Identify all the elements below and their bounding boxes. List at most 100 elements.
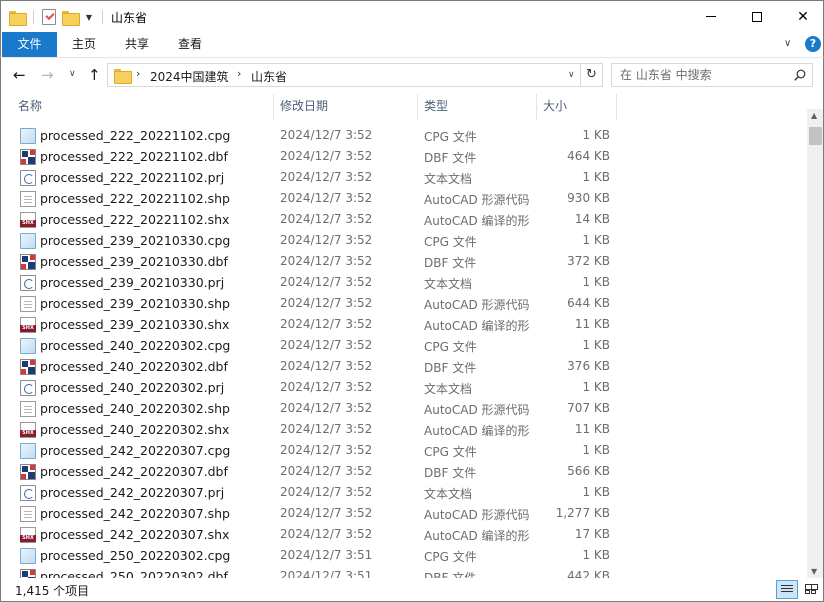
file-type: AutoCAD 形源代码: [424, 508, 530, 522]
file-row[interactable]: processed_250_20220302.cpg 2024/12/7 3:51…: [1, 546, 807, 567]
qat-customize-dropdown[interactable]: ▼: [84, 13, 94, 22]
search-input[interactable]: [620, 67, 790, 83]
new-folder-icon[interactable]: [62, 10, 80, 26]
column-divider[interactable]: [273, 94, 274, 120]
file-date: 2024/12/7 3:52: [280, 359, 373, 373]
file-size: 1 KB: [582, 485, 610, 499]
file-size: 1 KB: [582, 233, 610, 247]
prj-file-icon: [20, 170, 36, 186]
vertical-scrollbar[interactable]: ▲ ▼: [807, 109, 823, 578]
tab-view[interactable]: 查看: [170, 32, 210, 57]
file-row[interactable]: processed_239_20210330.prj 2024/12/7 3:52…: [1, 273, 807, 294]
large-icons-view-icon[interactable]: [801, 580, 821, 599]
scroll-down-icon[interactable]: ▼: [811, 567, 817, 576]
minimize-button[interactable]: [688, 1, 734, 32]
file-row[interactable]: processed_239_20210330.shx 2024/12/7 3:52…: [1, 315, 807, 336]
file-size: 17 KB: [574, 527, 610, 541]
breadcrumb-separator[interactable]: ›: [237, 67, 241, 80]
file-row[interactable]: processed_250_20220302.dbf 2024/12/7 3:51…: [1, 567, 807, 578]
address-bar[interactable]: › 2024中国建筑 › 山东省 ∨: [107, 63, 581, 87]
file-date: 2024/12/7 3:52: [280, 212, 373, 226]
shp-file-icon: [20, 191, 36, 207]
file-row[interactable]: processed_242_20220307.dbf 2024/12/7 3:52…: [1, 462, 807, 483]
recent-locations-dropdown[interactable]: ∨: [69, 69, 76, 79]
file-row[interactable]: processed_242_20220307.cpg 2024/12/7 3:52…: [1, 441, 807, 462]
file-row[interactable]: processed_242_20220307.shp 2024/12/7 3:52…: [1, 504, 807, 525]
dbf-file-icon: [20, 359, 36, 375]
file-size: 11 KB: [574, 317, 610, 331]
shx-file-icon: [20, 212, 36, 228]
file-date: 2024/12/7 3:52: [280, 443, 373, 457]
search-box[interactable]: [611, 63, 813, 87]
file-row[interactable]: processed_239_20210330.cpg 2024/12/7 3:52…: [1, 231, 807, 252]
file-name: processed_239_20210330.cpg: [40, 233, 231, 248]
file-row[interactable]: processed_240_20220302.dbf 2024/12/7 3:52…: [1, 357, 807, 378]
file-row[interactable]: processed_222_20221102.shx 2024/12/7 3:52…: [1, 210, 807, 231]
file-row[interactable]: processed_239_20210330.dbf 2024/12/7 3:52…: [1, 252, 807, 273]
file-row[interactable]: processed_240_20220302.cpg 2024/12/7 3:52…: [1, 336, 807, 357]
ribbon-tabs: 文件 主页 共享 查看 ∨ ?: [0, 32, 824, 57]
maximize-icon: [752, 11, 762, 22]
breadcrumb-item[interactable]: 山东省: [251, 68, 287, 85]
scrollbar-thumb[interactable]: [809, 127, 822, 145]
tab-share[interactable]: 共享: [117, 32, 157, 57]
file-row[interactable]: processed_240_20220302.shp 2024/12/7 3:52…: [1, 399, 807, 420]
back-button[interactable]: ←: [13, 66, 26, 84]
details-view-icon[interactable]: [776, 580, 798, 599]
file-row[interactable]: processed_239_20210330.shp 2024/12/7 3:52…: [1, 294, 807, 315]
column-header-name[interactable]: 名称: [18, 92, 42, 120]
forward-button[interactable]: →: [41, 66, 54, 84]
prj-file-icon: [20, 485, 36, 501]
expand-ribbon-icon[interactable]: ∨: [784, 38, 791, 49]
breadcrumb-separator[interactable]: ›: [136, 67, 140, 80]
file-row[interactable]: processed_222_20221102.shp 2024/12/7 3:52…: [1, 189, 807, 210]
column-divider[interactable]: [536, 94, 537, 120]
file-size: 376 KB: [567, 359, 610, 373]
file-row[interactable]: processed_240_20220302.shx 2024/12/7 3:52…: [1, 420, 807, 441]
properties-icon[interactable]: [42, 9, 56, 25]
file-row[interactable]: processed_242_20220307.shx 2024/12/7 3:52…: [1, 525, 807, 546]
file-name: processed_242_20220307.shp: [40, 506, 230, 521]
file-size: 1 KB: [582, 548, 610, 562]
file-date: 2024/12/7 3:51: [280, 548, 373, 562]
breadcrumb-item[interactable]: 2024中国建筑: [150, 68, 229, 85]
file-row[interactable]: processed_222_20221102.prj 2024/12/7 3:52…: [1, 168, 807, 189]
tab-file[interactable]: 文件: [2, 32, 57, 57]
window-title: 山东省: [111, 11, 148, 25]
file-size: 14 KB: [574, 212, 610, 226]
file-type: AutoCAD 形源代码: [424, 298, 530, 312]
cpg-file-icon: [20, 338, 36, 354]
column-divider[interactable]: [616, 94, 617, 120]
up-button[interactable]: ↑: [88, 66, 101, 84]
file-type: AutoCAD 形源代码: [424, 403, 530, 417]
file-size: 644 KB: [567, 296, 610, 310]
prj-file-icon: [20, 380, 36, 396]
file-name: processed_250_20220302.cpg: [40, 548, 231, 563]
file-row[interactable]: processed_222_20221102.dbf 2024/12/7 3:52…: [1, 147, 807, 168]
search-icon[interactable]: [794, 69, 806, 81]
file-name: processed_222_20221102.prj: [40, 170, 225, 185]
column-header-type[interactable]: 类型: [424, 92, 448, 120]
file-date: 2024/12/7 3:52: [280, 275, 373, 289]
refresh-button[interactable]: ↻: [581, 63, 603, 87]
tab-home[interactable]: 主页: [64, 32, 104, 57]
dbf-icon-mark: [30, 150, 35, 155]
column-header-size[interactable]: 大小: [543, 92, 567, 120]
column-header-date[interactable]: 修改日期: [280, 92, 328, 120]
file-type: AutoCAD 编译的形: [424, 319, 530, 333]
file-row[interactable]: processed_242_20220307.prj 2024/12/7 3:52…: [1, 483, 807, 504]
help-icon[interactable]: ?: [805, 36, 821, 52]
file-type: DBF 文件: [424, 361, 477, 375]
file-row[interactable]: processed_222_20221102.cpg 2024/12/7 3:52…: [1, 126, 807, 147]
file-date: 2024/12/7 3:52: [280, 506, 373, 520]
address-history-dropdown[interactable]: ∨: [568, 70, 575, 80]
file-type: CPG 文件: [424, 340, 477, 354]
file-row[interactable]: processed_240_20220302.prj 2024/12/7 3:52…: [1, 378, 807, 399]
file-date: 2024/12/7 3:52: [280, 233, 373, 247]
file-type: 文本文档: [424, 172, 473, 186]
column-divider[interactable]: [417, 94, 418, 120]
file-date: 2024/12/7 3:52: [280, 464, 373, 478]
maximize-button[interactable]: [734, 1, 780, 32]
scroll-up-icon[interactable]: ▲: [811, 111, 817, 120]
close-button[interactable]: ✕: [780, 1, 824, 32]
